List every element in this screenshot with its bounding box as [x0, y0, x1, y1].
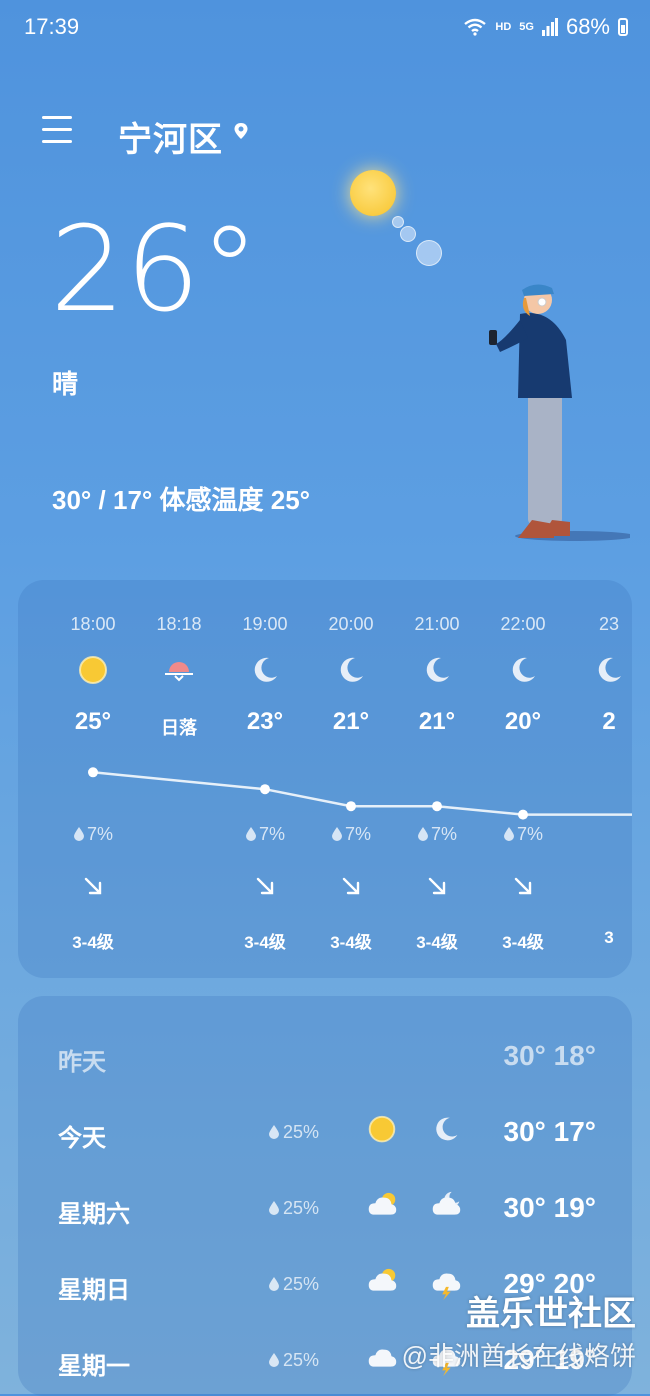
hourly-wind-level: 3-4级 [330, 933, 372, 952]
hourly-forecast-card[interactable]: 18:00 25° 7% 3-4级 18:18 日落 19:00 23° 7% 3-4级 20:00… [18, 580, 632, 978]
hourly-item[interactable]: 22:00 20° 7% 3-4级 [480, 580, 566, 978]
daily-rain-chance: 25% [268, 1274, 319, 1295]
sun-icon [368, 1115, 396, 1143]
raindrop-icon [269, 1353, 279, 1367]
raindrop-icon [503, 827, 514, 841]
daily-row[interactable]: 星期六 25% 30° 19° [18, 1186, 632, 1236]
hourly-item[interactable]: 21:00 21° 7% 3-4级 [394, 580, 480, 978]
person-illustration [489, 284, 630, 541]
temperature-range-feels-like: 30° / 17° 体感温度 25° [52, 485, 311, 515]
wind-direction-icon [342, 877, 360, 895]
status-icons: HD 5G 68% [463, 14, 628, 40]
hourly-item[interactable]: 23 2 3 [566, 580, 632, 978]
daily-rain-chance: 25% [268, 1122, 319, 1143]
menu-icon[interactable] [42, 116, 72, 143]
sunset-icon [165, 662, 193, 682]
hourly-time: 21:00 [414, 614, 460, 634]
daily-rain-chance: 25% [268, 1198, 319, 1219]
hourly-item[interactable]: 19:00 23° 7% 3-4级 [222, 580, 308, 978]
watermark-title: 盖乐世社区 [466, 1295, 636, 1333]
hourly-rain-chance: 7% [222, 824, 308, 845]
daily-day-name: 昨天 [58, 1049, 106, 1076]
hourly-wind-level: 3-4级 [244, 933, 286, 952]
moon-icon [340, 657, 363, 682]
hourly-rain-chance: 7% [480, 824, 566, 845]
battery-icon [618, 18, 628, 36]
current-temperature: 26° [50, 200, 260, 338]
hourly-time: 19:00 [242, 614, 288, 634]
raindrop-icon [331, 827, 342, 841]
hourly-rain-chance: 7% [50, 824, 136, 845]
daily-row[interactable]: 昨天 30° 18° [18, 1034, 632, 1084]
hourly-time: 18:18 [156, 614, 202, 634]
daily-temp-range: 30° 19° [503, 1192, 596, 1223]
bubble-decoration [392, 216, 404, 228]
daily-temp-range: 30° 17° [503, 1116, 596, 1147]
hourly-time: 23 [598, 614, 620, 634]
daily-day-name: 今天 [58, 1125, 106, 1152]
daily-temp-range: 30° 18° [503, 1040, 596, 1071]
hourly-temp: 2 [602, 708, 616, 735]
hourly-item[interactable]: 18:18 日落 [136, 580, 222, 978]
wind-direction-icon [256, 877, 274, 895]
network-indicator: 5G [519, 21, 534, 33]
wind-direction-icon [84, 877, 102, 895]
signal-icon [541, 18, 558, 36]
moon-icon [598, 657, 621, 682]
hourly-temp: 25° [74, 708, 112, 735]
thunderstorm-icon [432, 1273, 461, 1301]
hourly-time: 22:00 [500, 614, 546, 634]
hourly-wind-level: 3-4级 [416, 933, 458, 952]
raindrop-icon [269, 1277, 279, 1291]
sun-icon [79, 656, 107, 684]
current-condition: 晴 [52, 369, 79, 399]
battery-percent: 68% [565, 14, 610, 39]
sun-illustration-icon [350, 170, 396, 216]
moon-icon [254, 657, 277, 682]
wind-direction-icon [428, 877, 446, 895]
city-name[interactable]: 宁河区 [118, 112, 223, 161]
wifi-icon [464, 18, 487, 36]
hourly-item[interactable]: 20:00 21° 7% 3-4级 [308, 580, 394, 978]
status-time: 17:39 [24, 14, 80, 39]
watermark-author: @非洲酋长在线烙饼 [401, 1341, 636, 1371]
bubble-decoration [400, 226, 416, 242]
bubble-decoration [416, 240, 442, 266]
hourly-wind-level: 3 [604, 928, 614, 947]
partly-cloudy-night-icon [432, 1191, 461, 1215]
hourly-time: 20:00 [328, 614, 374, 634]
daily-day-name: 星期六 [58, 1201, 130, 1228]
hourly-time: 18:00 [70, 614, 116, 634]
raindrop-icon [245, 827, 256, 841]
hourly-temp: 23° [246, 708, 284, 735]
moon-icon [436, 1117, 458, 1141]
hourly-wind-level: 3-4级 [502, 933, 544, 952]
hourly-item[interactable]: 18:00 25° 7% 3-4级 [50, 580, 136, 978]
daily-day-name: 星期一 [58, 1353, 130, 1380]
location-pin-icon [234, 123, 248, 139]
daily-rain-chance: 25% [268, 1350, 319, 1371]
hd-indicator: HD [495, 21, 512, 33]
partly-cloudy-day-icon [368, 1268, 397, 1291]
hourly-temp: 20° [504, 708, 542, 735]
hourly-rain-chance: 7% [308, 824, 394, 845]
raindrop-icon [269, 1201, 279, 1215]
raindrop-icon [417, 827, 428, 841]
daily-day-name: 星期日 [58, 1277, 130, 1304]
moon-icon [512, 657, 535, 682]
hourly-event-label: 日落 [161, 718, 197, 738]
wind-direction-icon [514, 877, 532, 895]
moon-icon [426, 657, 449, 682]
partly-cloudy-day-icon [368, 1192, 397, 1215]
daily-row[interactable]: 今天 25% 30° 17° [18, 1110, 632, 1160]
hourly-wind-level: 3-4级 [72, 933, 114, 952]
status-bar: 17:39 HD 5G 68% [0, 0, 650, 56]
hourly-temp: 21° [418, 708, 456, 735]
hourly-rain-chance: 7% [394, 824, 480, 845]
raindrop-icon [269, 1125, 279, 1139]
raindrop-icon [73, 827, 84, 841]
hourly-temp: 21° [332, 708, 370, 735]
cloud-icon [368, 1349, 397, 1367]
